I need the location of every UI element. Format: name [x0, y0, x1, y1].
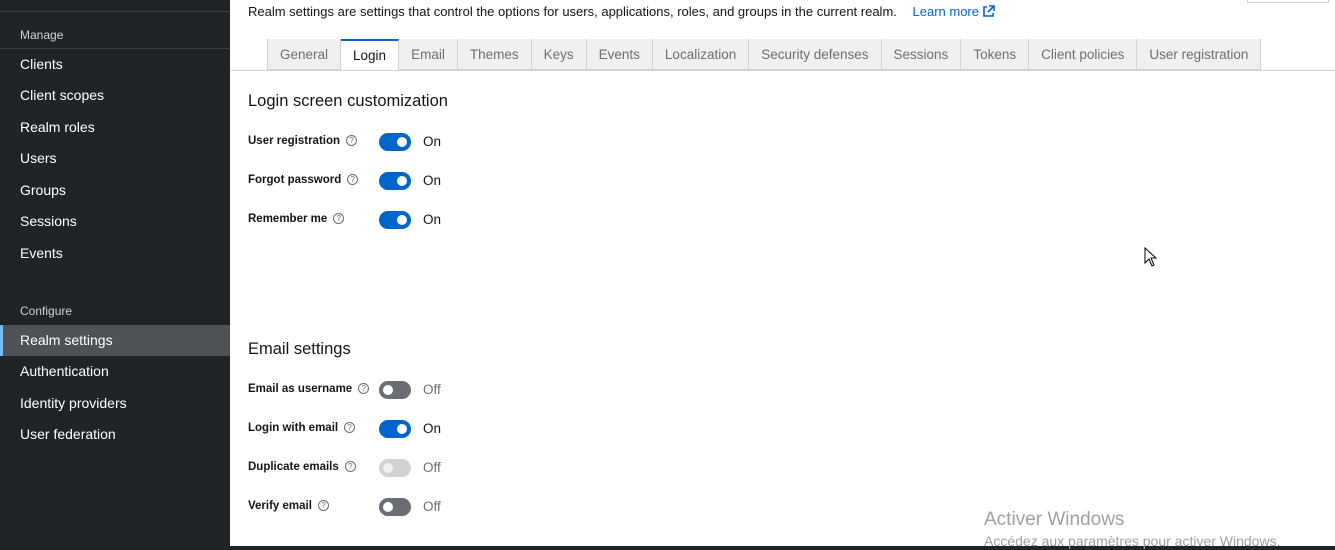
setting-label: User registration?: [248, 135, 358, 147]
manage-section-title: Manage: [20, 28, 64, 42]
sidebar-item-realm-settings[interactable]: Realm settings: [0, 325, 230, 356]
setting-label: Forgot password?: [248, 174, 359, 186]
sidebar-item-realm-roles[interactable]: Realm roles: [0, 112, 230, 143]
help-icon[interactable]: ?: [344, 461, 356, 472]
email-as-username-switch[interactable]: [379, 381, 411, 399]
email-section-title: Email settings: [248, 340, 351, 358]
sidebar-item-sessions[interactable]: Sessions: [0, 206, 230, 237]
remember-me-switch[interactable]: [379, 211, 411, 229]
forgot-password-switch[interactable]: [379, 172, 411, 190]
main-content: Realm settings are settings that control…: [230, 0, 1335, 546]
help-icon[interactable]: ?: [344, 422, 356, 433]
tab-security-defenses[interactable]: Security defenses: [749, 39, 882, 70]
setting-label: Duplicate emails?: [248, 461, 356, 473]
mouse-cursor-icon: [1144, 247, 1158, 267]
sidebar-item-client-scopes[interactable]: Client scopes: [0, 80, 230, 111]
setting-row: User registration? On: [248, 133, 648, 157]
help-icon[interactable]: ?: [347, 174, 359, 185]
tab-tokens[interactable]: Tokens: [961, 39, 1030, 70]
external-link-icon: [983, 5, 995, 17]
tab-login[interactable]: Login: [341, 39, 400, 70]
help-icon[interactable]: ?: [333, 213, 345, 224]
tab-user-registration[interactable]: User registration: [1137, 39, 1262, 70]
tab-keys[interactable]: Keys: [531, 39, 587, 70]
verify-email-switch[interactable]: [379, 498, 411, 516]
sidebar-item-user-federation[interactable]: User federation: [0, 419, 230, 450]
windows-activation-watermark: Activer Windows: [984, 509, 1125, 530]
setting-label: Login with email?: [248, 422, 356, 434]
tab-events[interactable]: Events: [586, 39, 653, 70]
tab-sessions[interactable]: Sessions: [881, 39, 962, 70]
switch-state: On: [423, 212, 442, 227]
tab-email[interactable]: Email: [399, 39, 458, 70]
setting-row: Login with email? On: [248, 420, 648, 444]
switch-state: On: [423, 421, 442, 436]
switch-state: Off: [423, 499, 441, 514]
windows-activation-hint: Accédez aux paramètres pour activer Wind…: [984, 533, 1281, 549]
setting-row: Email as username? Off: [248, 381, 648, 405]
sidebar: Manage Clients Client scopes Realm roles…: [0, 0, 1335, 550]
setting-row: Duplicate emails? Off: [248, 459, 648, 483]
sidebar-item-groups[interactable]: Groups: [0, 175, 230, 206]
setting-row: Verify email? Off: [248, 498, 648, 522]
tabs-divider: [230, 70, 1335, 71]
settings-tabs: General Login Email Themes Keys Events L…: [267, 39, 1262, 71]
tab-general[interactable]: General: [267, 39, 342, 70]
tab-themes[interactable]: Themes: [457, 39, 532, 70]
setting-row: Forgot password? On: [248, 172, 648, 196]
login-section-title: Login screen customization: [248, 92, 448, 110]
login-with-email-switch[interactable]: [379, 420, 411, 438]
switch-state: Off: [423, 460, 441, 475]
help-icon[interactable]: ?: [346, 135, 358, 146]
switch-state: Off: [423, 382, 441, 397]
sidebar-item-authentication[interactable]: Authentication: [0, 356, 230, 387]
sidebar-item-clients[interactable]: Clients: [0, 49, 230, 80]
description-text: Realm settings are settings that control…: [248, 4, 897, 19]
setting-label: Remember me?: [248, 213, 345, 225]
tab-client-policies[interactable]: Client policies: [1029, 39, 1138, 70]
tab-localization[interactable]: Localization: [652, 39, 750, 70]
configure-section-title: Configure: [20, 304, 73, 318]
top-action-button[interactable]: [1247, 0, 1329, 3]
switch-state: On: [423, 173, 442, 188]
help-icon[interactable]: ?: [317, 500, 329, 511]
setting-label: Verify email?: [248, 500, 329, 512]
switch-state: On: [423, 134, 442, 149]
learn-more-label: Learn more: [912, 4, 979, 19]
sidebar-divider: [0, 11, 230, 12]
setting-row: Remember me? On: [248, 211, 648, 235]
page-description: Realm settings are settings that control…: [248, 4, 995, 19]
sidebar-item-identity-providers[interactable]: Identity providers: [0, 388, 230, 419]
learn-more-link[interactable]: Learn more: [913, 4, 995, 19]
sidebar-item-users[interactable]: Users: [0, 143, 230, 174]
user-registration-switch[interactable]: [379, 133, 411, 151]
duplicate-emails-switch[interactable]: [379, 459, 411, 477]
sidebar-item-events[interactable]: Events: [0, 238, 230, 269]
setting-label: Email as username?: [248, 383, 370, 395]
help-icon[interactable]: ?: [358, 383, 370, 394]
